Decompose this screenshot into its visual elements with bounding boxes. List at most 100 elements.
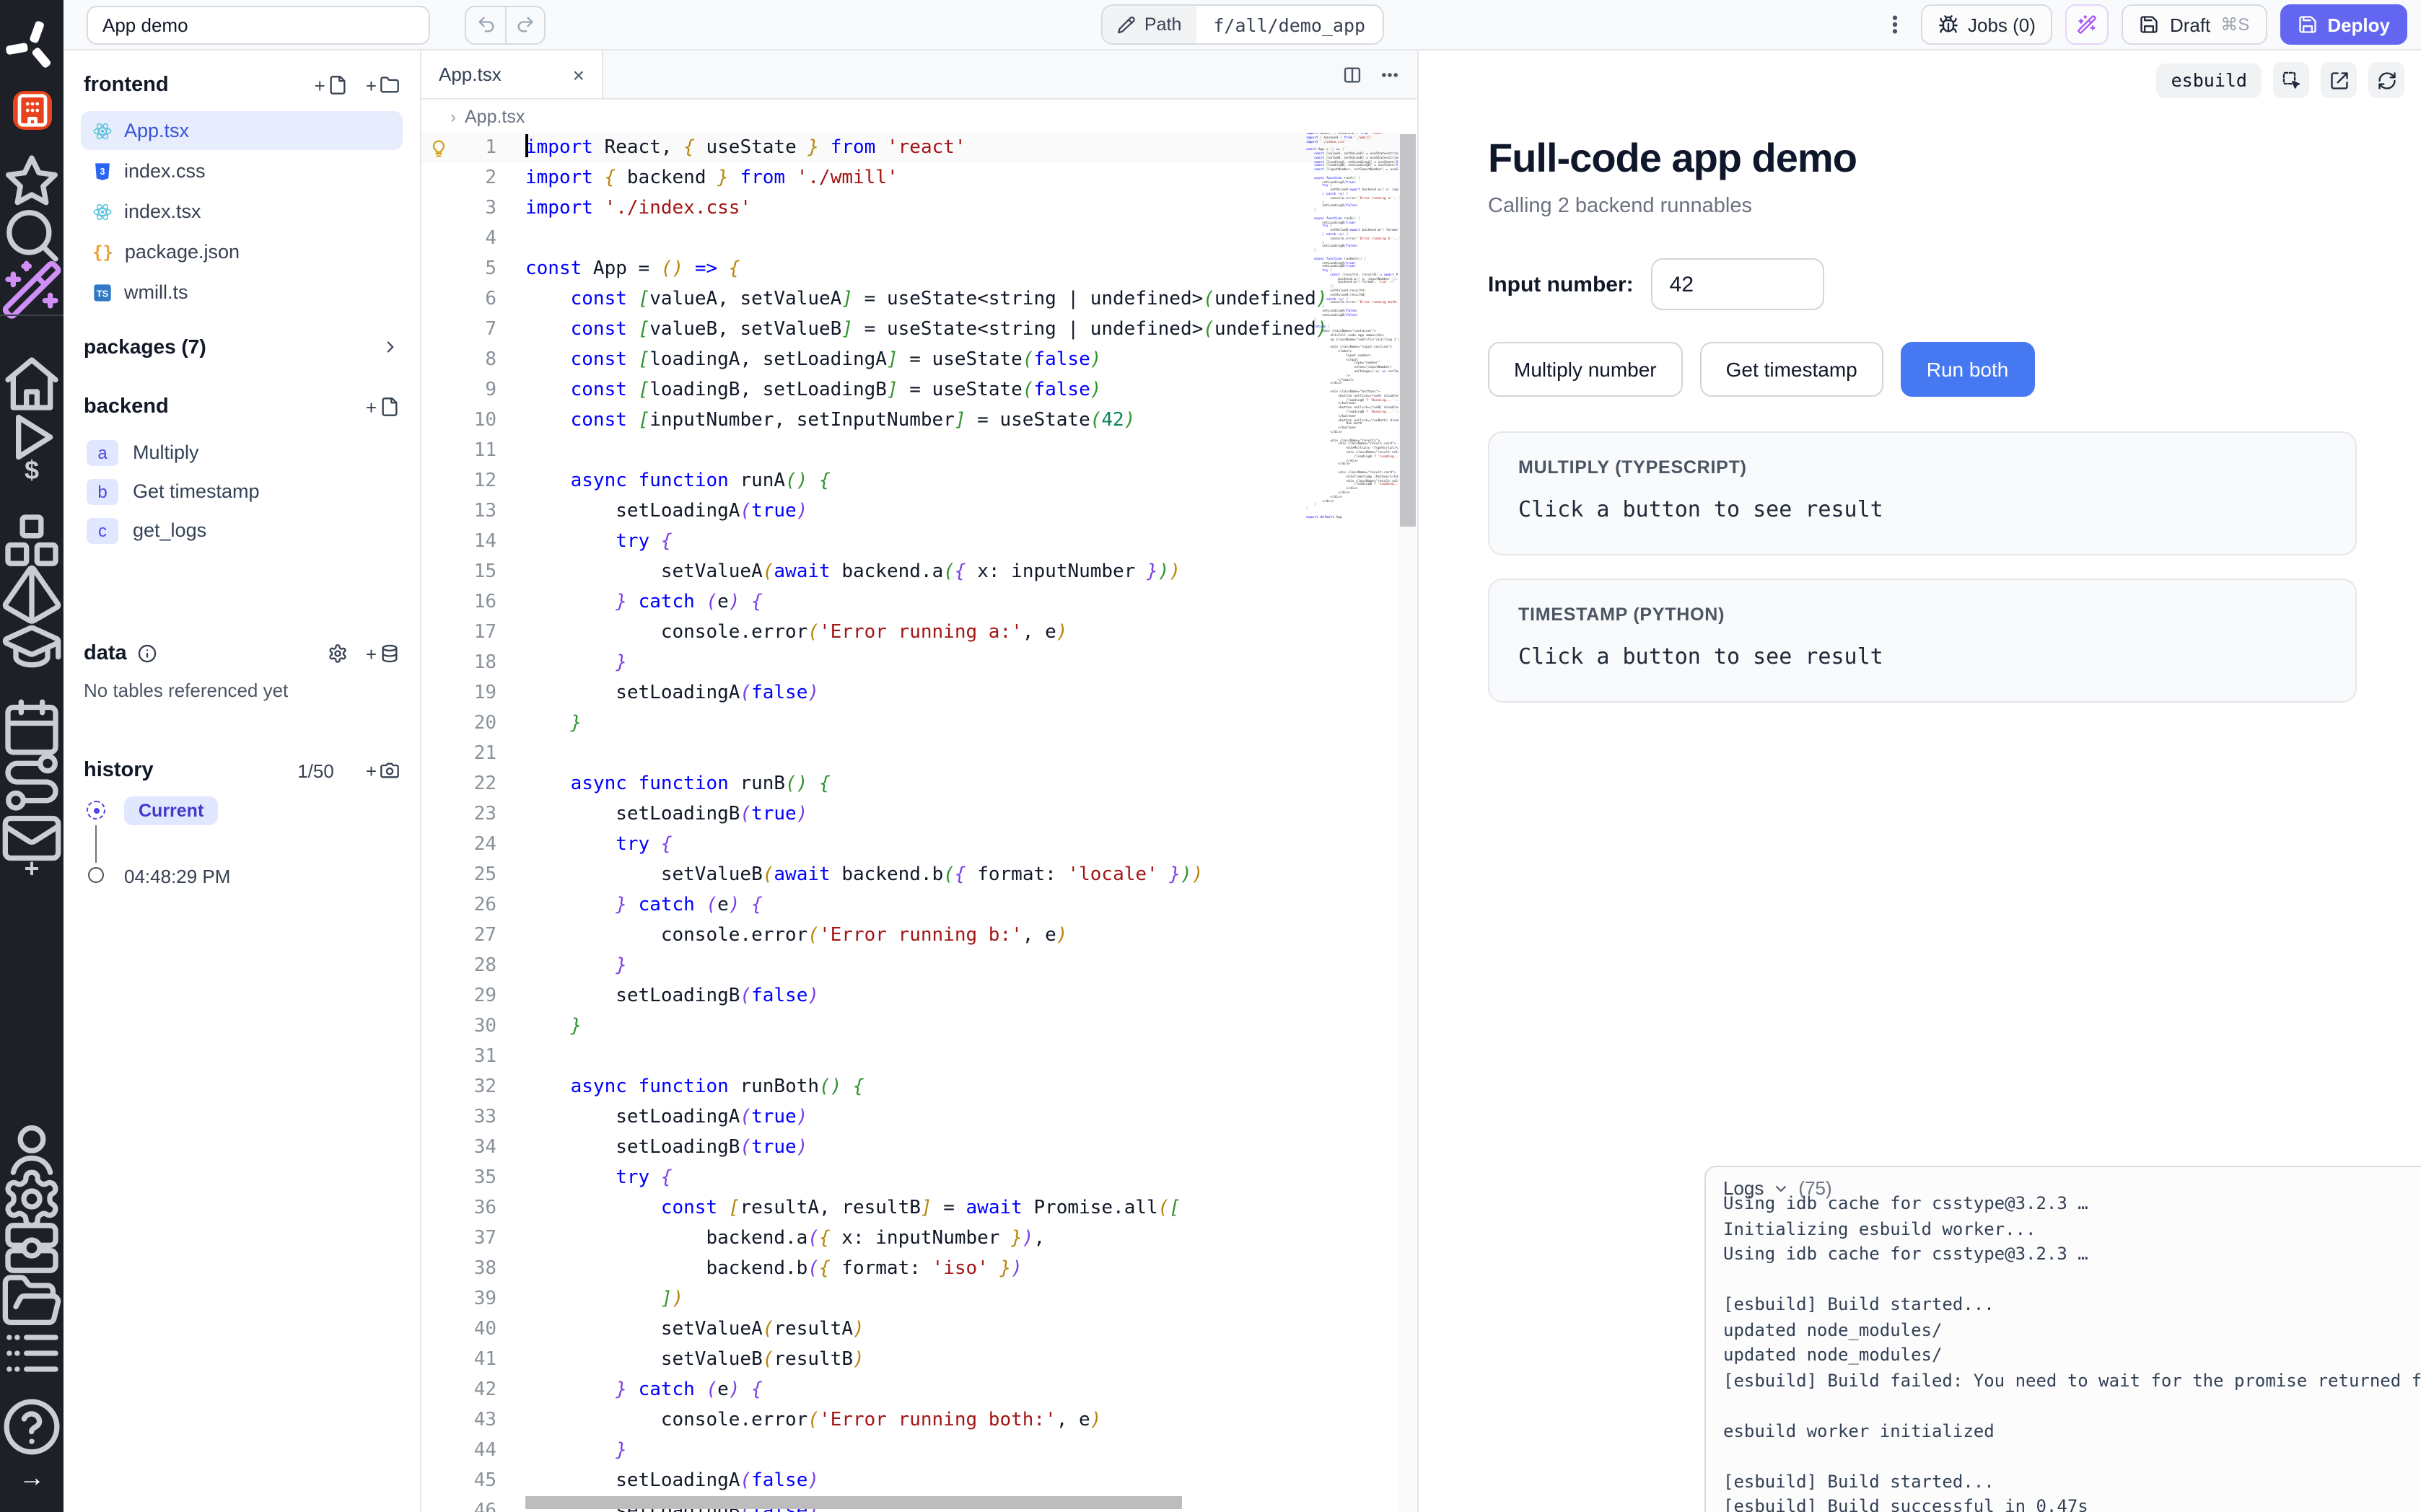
get-timestamp-button[interactable]: Get timestamp <box>1700 342 1883 397</box>
refresh-preview-button[interactable] <box>2368 62 2404 98</box>
ai-wand-button[interactable] <box>2066 4 2109 45</box>
add-folder-button[interactable]: + <box>366 75 400 95</box>
app-name-input[interactable] <box>87 5 430 44</box>
code-line-22[interactable]: 22 async function runB() { <box>421 769 1417 799</box>
current-version-badge[interactable]: Current <box>124 796 218 825</box>
jobs-button[interactable]: Jobs (0) <box>1920 4 2053 45</box>
backend-item-c[interactable]: cget_logs <box>81 511 403 550</box>
sidebar-item-glyph-icon[interactable]: + <box>0 854 64 884</box>
sidebar-item-grad-cap-icon[interactable] <box>0 615 64 678</box>
code-line-31[interactable]: 31 <box>421 1042 1417 1072</box>
sidebar-item-search-icon[interactable] <box>0 203 64 267</box>
code-line-43[interactable]: 43 console.error('Error running both:', … <box>421 1405 1417 1436</box>
file-row-app-tsx[interactable]: App.tsx <box>81 111 403 150</box>
code-line-23[interactable]: 23 setLoadingB(true) <box>421 799 1417 830</box>
code-line-19[interactable]: 19 setLoadingA(false) <box>421 678 1417 708</box>
code-line-2[interactable]: 2import { backend } from './wmill' <box>421 163 1417 193</box>
file-row-index-tsx[interactable]: index.tsx <box>81 192 403 231</box>
backend-item-b[interactable]: bGet timestamp <box>81 472 403 511</box>
sidebar-item-building-grid-icon[interactable] <box>0 91 64 130</box>
packages-row[interactable]: packages (7) <box>84 335 400 358</box>
sidebar-item-glyph-icon[interactable]: → <box>0 1463 64 1493</box>
tab-app-tsx[interactable]: App.tsx × <box>421 50 603 98</box>
file-row-package-json[interactable]: {}package.json <box>81 232 403 271</box>
sidebar-item-route-icon[interactable] <box>0 750 64 814</box>
code-line-27[interactable]: 27 console.error('Error running b:', e) <box>421 920 1417 951</box>
code-line-10[interactable]: 10 const [inputNumber, setInputNumber] =… <box>421 405 1417 436</box>
code-line-25[interactable]: 25 setValueB(await backend.b({ format: '… <box>421 860 1417 890</box>
deploy-button[interactable]: Deploy <box>2280 4 2407 45</box>
open-external-button[interactable] <box>2321 62 2357 98</box>
more-menu-icon[interactable] <box>1881 13 1907 36</box>
code-line-20[interactable]: 20 } <box>421 708 1417 739</box>
code-line-5[interactable]: 5const App = () => { <box>421 254 1417 284</box>
editor-more-icon[interactable] <box>1380 64 1400 84</box>
file-row-wmill-ts[interactable]: TSwmill.ts <box>81 273 403 312</box>
logs-label[interactable]: Logs <box>1723 1177 1764 1199</box>
code-line-28[interactable]: 28 } <box>421 951 1417 981</box>
data-settings-button[interactable] <box>328 643 349 664</box>
breadcrumb-file[interactable]: App.tsx <box>465 106 525 126</box>
code-line-42[interactable]: 42 } catch (e) { <box>421 1375 1417 1405</box>
sidebar-item-help-icon[interactable] <box>0 1395 64 1459</box>
code-line-12[interactable]: 12 async function runA() { <box>421 466 1417 496</box>
code-line-7[interactable]: 7 const [valueB, setValueB] = useState<s… <box>421 315 1417 345</box>
code-line-11[interactable]: 11 <box>421 436 1417 466</box>
logs-panel[interactable]: Logs (75) Using idb cache for csstype@3.… <box>1704 1166 2421 1512</box>
snapshot-button[interactable]: + <box>366 760 400 781</box>
vertical-scrollbar[interactable] <box>1398 133 1417 1512</box>
code-line-24[interactable]: 24 try { <box>421 830 1417 860</box>
code-line-41[interactable]: 41 setValueB(resultB) <box>421 1345 1417 1375</box>
add-table-button[interactable]: + <box>366 643 400 664</box>
undo-button[interactable] <box>466 6 505 43</box>
code-line-18[interactable]: 18 } <box>421 648 1417 678</box>
code-line-6[interactable]: 6 const [valueA, setValueA] = useState<s… <box>421 284 1417 315</box>
code-line-30[interactable]: 30 } <box>421 1011 1417 1042</box>
add-file-button[interactable]: + <box>315 75 349 95</box>
code-line-35[interactable]: 35 try { <box>421 1163 1417 1193</box>
code-line-17[interactable]: 17 console.error('Error running a:', e) <box>421 617 1417 648</box>
chevron-down-icon[interactable] <box>1772 1179 1790 1197</box>
path-chip[interactable]: Path f/all/demo_app <box>1101 4 1384 45</box>
backend-item-a[interactable]: aMultiply <box>81 433 403 472</box>
select-element-button[interactable] <box>2273 62 2309 98</box>
input-number-field[interactable] <box>1651 258 1824 310</box>
code-line-16[interactable]: 16 } catch (e) { <box>421 587 1417 617</box>
lightbulb-icon[interactable] <box>429 138 449 158</box>
code-line-36[interactable]: 36 const [resultA, resultB] = await Prom… <box>421 1193 1417 1223</box>
code-line-21[interactable]: 21 <box>421 739 1417 769</box>
sidebar-item-glyph-icon[interactable]: $ <box>0 456 64 486</box>
code-line-4[interactable]: 4 <box>421 224 1417 254</box>
sidebar-item-windmill-logo-icon[interactable] <box>0 14 64 78</box>
code-line-1[interactable]: 1import React, { useState } from 'react' <box>421 133 1417 163</box>
redo-button[interactable] <box>505 6 544 43</box>
code-line-33[interactable]: 33 setLoadingA(true) <box>421 1102 1417 1133</box>
sidebar-item-wand-icon[interactable] <box>0 258 64 322</box>
file-row-index-css[interactable]: 3index.css <box>81 151 403 190</box>
code-line-45[interactable]: 45 setLoadingA(false) <box>421 1466 1417 1496</box>
code-line-38[interactable]: 38 backend.b({ format: 'iso' }) <box>421 1254 1417 1284</box>
code-line-9[interactable]: 9 const [loadingB, setLoadingB] = useSta… <box>421 375 1417 405</box>
split-editor-icon[interactable] <box>1342 64 1362 84</box>
code-line-44[interactable]: 44 } <box>421 1436 1417 1466</box>
code-line-29[interactable]: 29 setLoadingB(false) <box>421 981 1417 1011</box>
code-line-39[interactable]: 39 ]) <box>421 1284 1417 1314</box>
code-line-14[interactable]: 14 try { <box>421 527 1417 557</box>
multiply-number-button[interactable]: Multiply number <box>1488 342 1683 397</box>
code-line-32[interactable]: 32 async function runBoth() { <box>421 1072 1417 1102</box>
code-line-37[interactable]: 37 backend.a({ x: inputNumber }), <box>421 1223 1417 1254</box>
vertical-scrollbar-thumb[interactable] <box>1400 134 1416 527</box>
draft-button[interactable]: Draft ⌘S <box>2122 4 2267 45</box>
code-line-26[interactable]: 26 } catch (e) { <box>421 890 1417 920</box>
code-line-34[interactable]: 34 setLoadingB(true) <box>421 1133 1417 1163</box>
code-line-3[interactable]: 3import './index.css' <box>421 193 1417 224</box>
close-tab-icon[interactable]: × <box>573 63 585 86</box>
add-runnable-button[interactable]: + <box>366 397 400 417</box>
code-line-13[interactable]: 13 setLoadingA(true) <box>421 496 1417 527</box>
code-area[interactable]: 1import React, { useState } from 'react'… <box>421 133 1417 1512</box>
code-line-15[interactable]: 15 setValueA(await backend.a({ x: inputN… <box>421 557 1417 587</box>
run-both-button[interactable]: Run both <box>1901 342 2035 397</box>
horizontal-scrollbar[interactable] <box>525 1496 1182 1509</box>
code-line-40[interactable]: 40 setValueA(resultA) <box>421 1314 1417 1345</box>
minimap[interactable]: import React, { useState } from 'react'i… <box>1306 133 1398 1512</box>
